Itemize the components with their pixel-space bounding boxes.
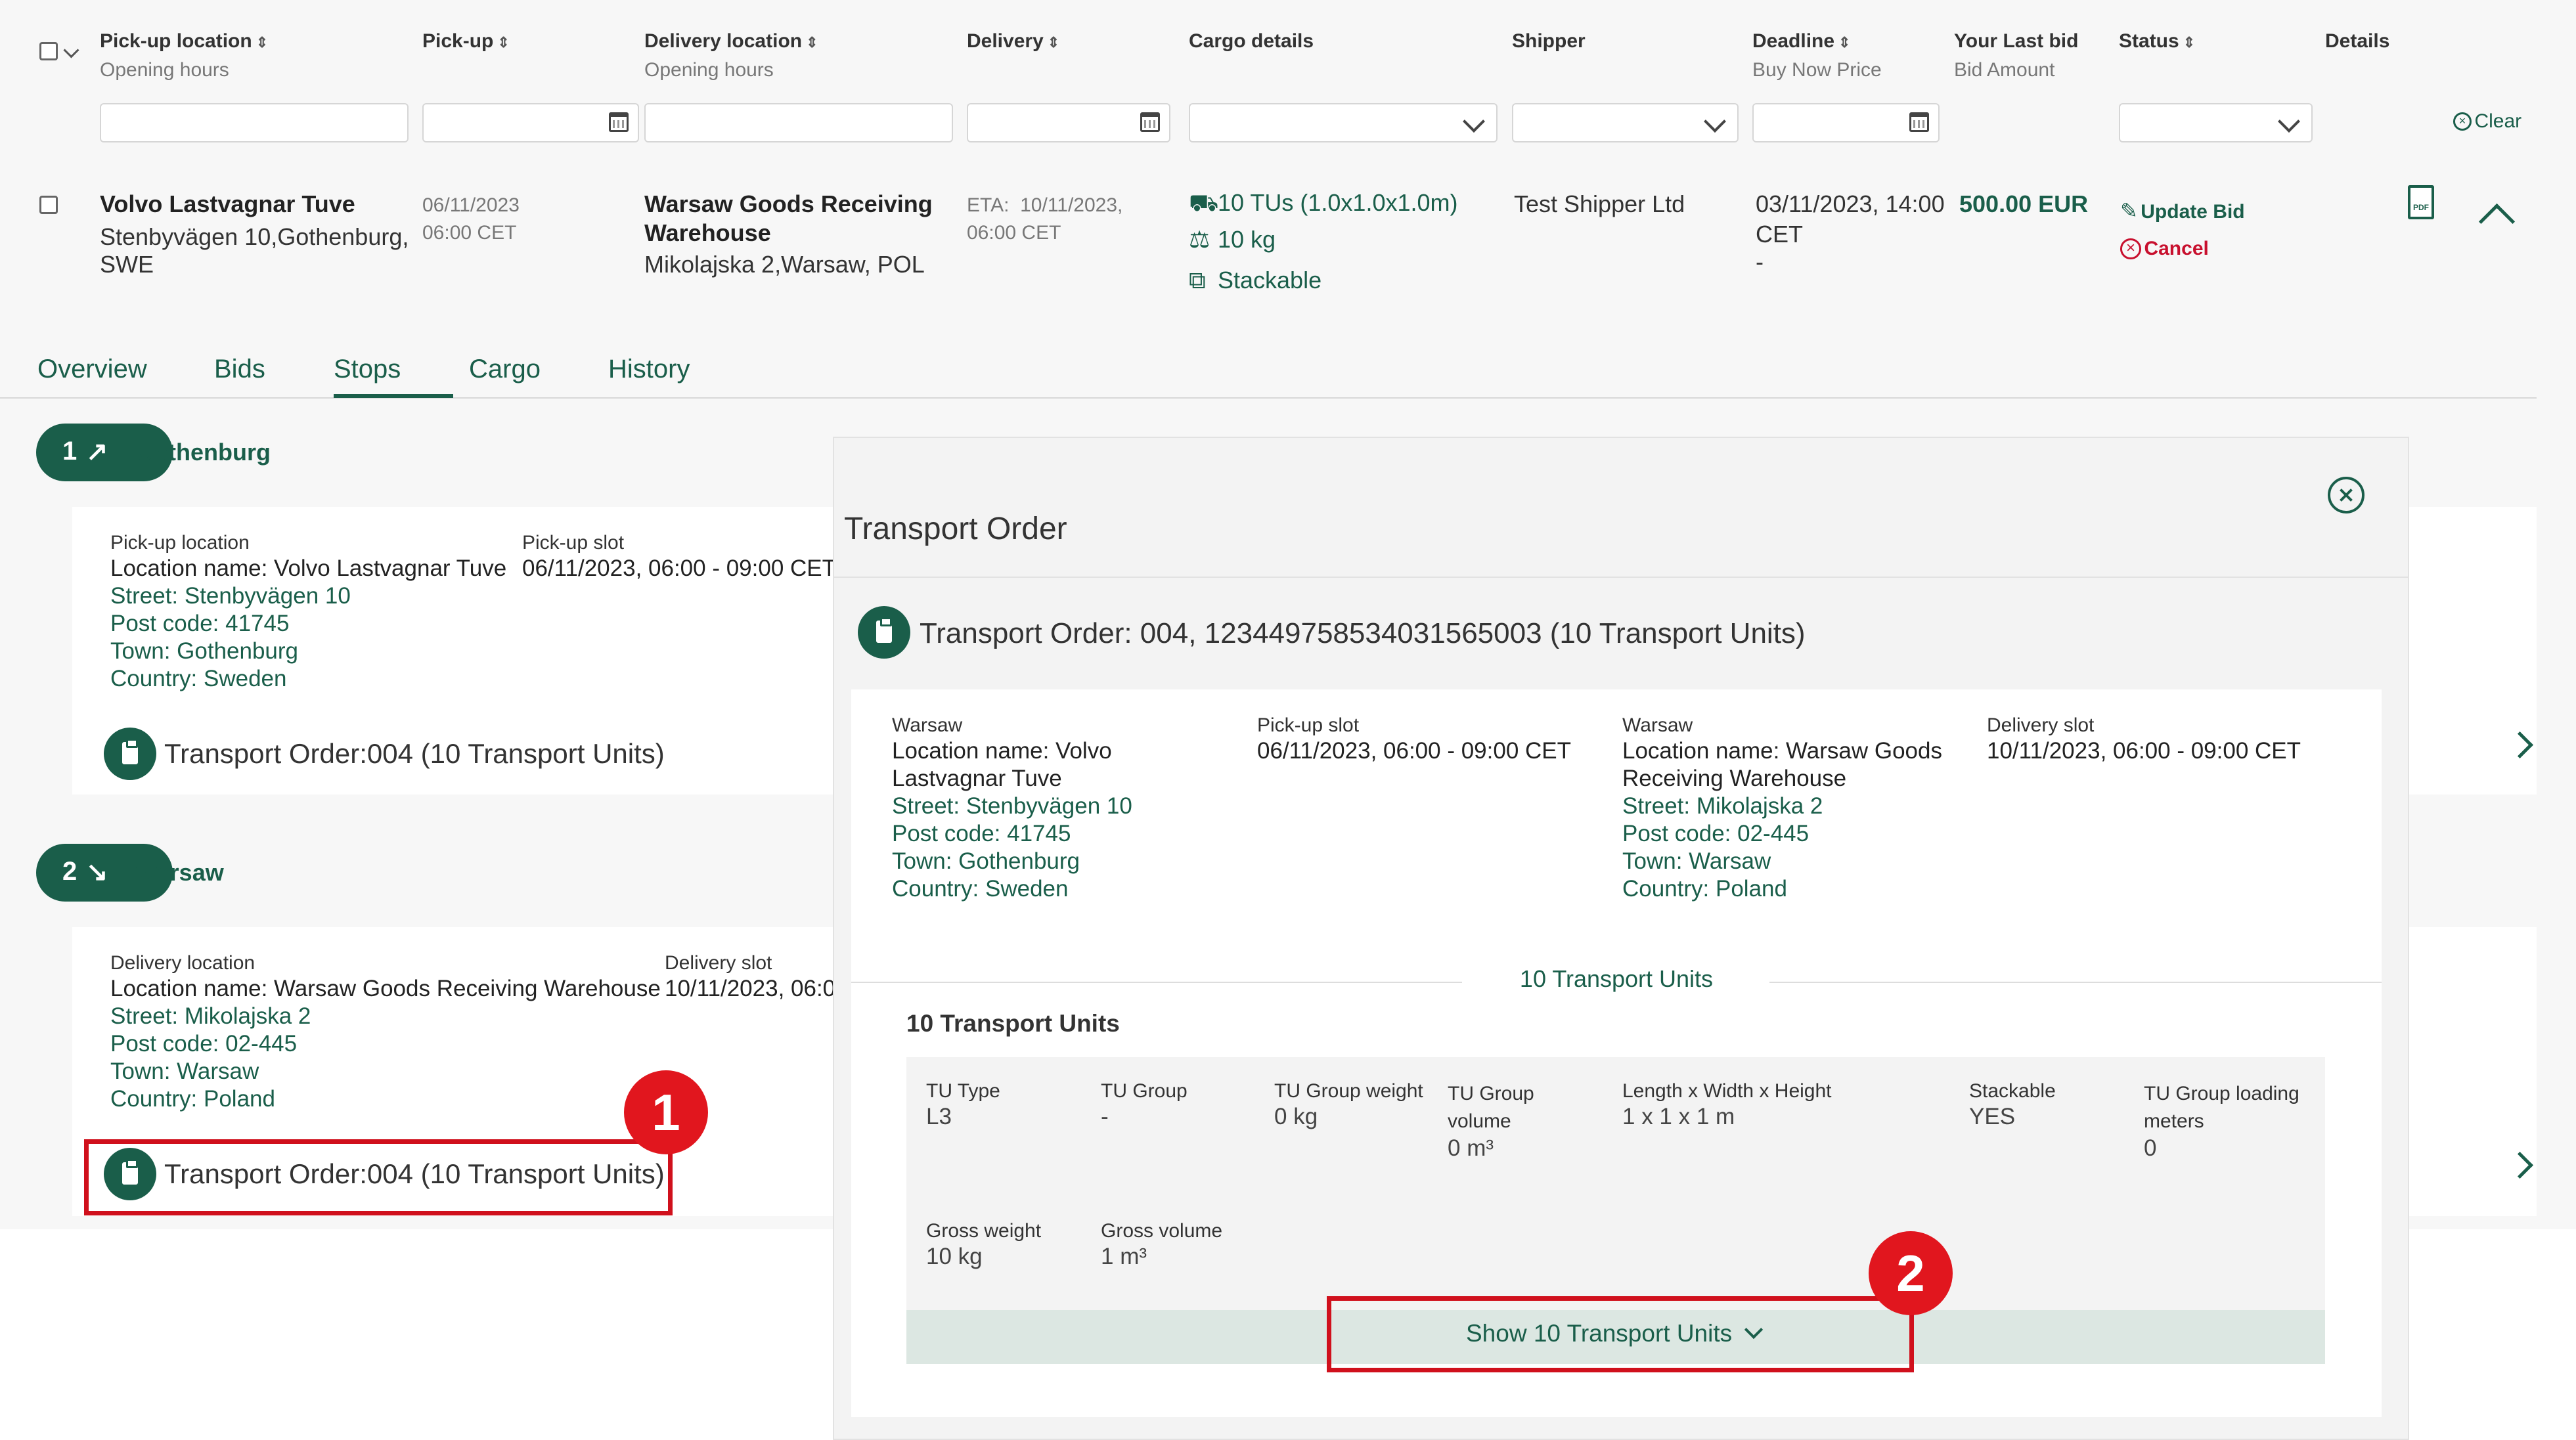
tab-overview[interactable]: Overview xyxy=(37,355,147,384)
tu-heading: 10 Transport Units xyxy=(906,1010,1120,1037)
table-header: Pick-up location ⇕ Opening hours Pick-up ⇕… xyxy=(0,0,2576,165)
tu-dimensions: Length x Width x Height 1 x 1 x 1 m xyxy=(1622,1080,1832,1129)
modal-delivery-location: Warsaw Location name: Warsaw Goods Recei… xyxy=(1622,714,1942,902)
calendar-icon[interactable] xyxy=(1909,112,1929,132)
sort-icon[interactable]: ⇕ xyxy=(1838,34,1850,51)
status-select[interactable] xyxy=(2119,103,2313,142)
stop-1-transport-order-link[interactable]: Transport Order:004 (10 Transport Units) xyxy=(164,738,665,770)
column-last-bid: Your Last bid Bid Amount xyxy=(1954,30,2079,81)
arrow-down-right-icon: ↘ xyxy=(86,858,108,886)
row-pickup-date: 06/11/2023 06:00 CET xyxy=(422,194,520,244)
tab-history[interactable]: History xyxy=(608,355,690,384)
modal-pickup-slot: Pick-up slot 06/11/2023, 06:00 - 09:00 C… xyxy=(1257,714,1572,764)
column-pickup-location[interactable]: Pick-up location ⇕ Opening hours xyxy=(100,30,268,81)
delivery-location-filter[interactable] xyxy=(644,103,953,142)
annotation-box-2 xyxy=(1327,1296,1914,1372)
column-status[interactable]: Status ⇕ xyxy=(2119,30,2195,53)
stop-2-slot: Delivery slot 10/11/2023, 06:0 xyxy=(665,952,836,1001)
annotation-box-1 xyxy=(84,1139,673,1215)
tu-gross-weight: Gross weight 10 kg xyxy=(926,1220,1042,1269)
stop-name-1: Gothenburg xyxy=(135,439,271,466)
sort-icon[interactable]: ⇕ xyxy=(256,34,268,51)
column-pickup[interactable]: Pick-up ⇕ xyxy=(422,30,510,53)
clear-filters-button[interactable]: × Clear xyxy=(2453,110,2521,133)
column-details: Details xyxy=(2325,30,2390,52)
tu-loading-meters: TU Group loading meters 0 xyxy=(2144,1083,2299,1161)
tu-type: TU Type L3 xyxy=(926,1080,1000,1129)
tu-group-weight: TU Group weight 0 kg xyxy=(1274,1080,1423,1129)
stack-icon: ⧉ xyxy=(1189,267,1206,294)
sort-icon[interactable]: ⇕ xyxy=(497,34,509,51)
tu-stackable: Stackable YES xyxy=(1969,1080,2056,1129)
tu-group-volume: TU Group volume 0 m³ xyxy=(1448,1083,1534,1161)
arrow-up-right-icon: ↗ xyxy=(86,437,108,466)
column-deadline[interactable]: Deadline ⇕ Buy Now Price xyxy=(1752,30,1882,81)
modal-pickup-location: Warsaw Location name: Volvo Lastvagnar T… xyxy=(892,714,1132,902)
tab-cargo[interactable]: Cargo xyxy=(469,355,541,384)
cancel-circle-icon: × xyxy=(2120,238,2141,259)
sort-icon[interactable]: ⇕ xyxy=(806,34,818,51)
annotation-marker-1: 1 xyxy=(624,1070,708,1154)
row-cargo-details: ⛟10 TUs (1.0x1.0x1.0m) ⚖ 10 kg ⧉ Stackable xyxy=(1189,189,1458,294)
pdf-icon[interactable]: PDF xyxy=(2408,185,2434,219)
select-all-checkbox[interactable] xyxy=(39,42,58,60)
tu-group: TU Group - xyxy=(1101,1080,1188,1129)
stop-1-location: Pick-up location Location name: Volvo La… xyxy=(110,532,507,691)
clipboard-icon xyxy=(104,728,156,780)
row-delivery-eta: ETA: 10/11/2023, 06:00 CET xyxy=(967,194,1123,244)
tu-divider-label: 10 Transport Units xyxy=(1519,965,1714,992)
chevron-down-icon[interactable] xyxy=(63,42,79,58)
modal-divider xyxy=(833,577,2409,578)
row-shipper: Test Shipper Ltd xyxy=(1514,190,1685,217)
update-bid-button[interactable]: ✎ Update Bid xyxy=(2120,198,2245,223)
pencil-icon: ✎ xyxy=(2120,199,2138,223)
stop-2-location: Delivery location Location name: Warsaw … xyxy=(110,952,661,1112)
sort-icon[interactable]: ⇕ xyxy=(2183,34,2195,51)
modal-order-heading: Transport Order: 004, 123449758534031565… xyxy=(920,617,1806,649)
row-bid-amount: 500.00 EUR xyxy=(1959,190,2089,217)
annotation-marker-2: 2 xyxy=(1869,1231,1953,1315)
deadline-filter[interactable] xyxy=(1752,103,1940,142)
column-cargo-details: Cargo details xyxy=(1189,30,1314,52)
tu-gross-volume: Gross volume 1 m³ xyxy=(1101,1220,1223,1269)
weight-icon: ⚖ xyxy=(1189,226,1210,253)
pickup-location-filter[interactable] xyxy=(100,103,409,142)
modal-delivery-slot: Delivery slot 10/11/2023, 06:00 - 09:00 … xyxy=(1987,714,2301,764)
close-icon[interactable] xyxy=(2328,477,2365,513)
close-circle-icon: × xyxy=(2453,112,2472,131)
calendar-icon[interactable] xyxy=(609,112,629,132)
row-delivery-location: Warsaw Goods Receiving Warehouse Mikolaj… xyxy=(644,190,933,278)
row-checkbox[interactable] xyxy=(39,196,58,214)
divider-right xyxy=(1769,982,2382,983)
pickup-date-filter[interactable] xyxy=(422,103,639,142)
column-delivery-location[interactable]: Delivery location ⇕ Opening hours xyxy=(644,30,818,81)
stop-1-slot: Pick-up slot 06/11/2023, 06:00 - 09:00 C… xyxy=(522,532,837,581)
tab-bids[interactable]: Bids xyxy=(214,355,265,384)
row-pickup-location: Volvo Lastvagnar Tuve Stenbyvägen 10,Got… xyxy=(100,190,409,278)
clipboard-icon xyxy=(858,606,910,659)
cancel-bid-button[interactable]: × Cancel xyxy=(2120,238,2209,260)
chevron-down-icon[interactable] xyxy=(2278,110,2300,133)
stop-name-2: Warsaw xyxy=(135,859,224,886)
row-deadline: 03/11/2023, 14:00 CET - xyxy=(1756,190,1945,275)
calendar-icon[interactable] xyxy=(1140,112,1160,132)
column-shipper: Shipper xyxy=(1512,30,1586,52)
page-background xyxy=(0,1229,833,1440)
modal-title: Transport Order xyxy=(844,512,1067,546)
sort-icon[interactable]: ⇕ xyxy=(1048,34,1059,51)
truck-icon: ⛟ xyxy=(1189,189,1219,216)
chevron-down-icon[interactable] xyxy=(1704,110,1726,133)
active-tab-indicator xyxy=(334,394,453,398)
tab-stops[interactable]: Stops xyxy=(334,355,401,384)
chevron-down-icon[interactable] xyxy=(1463,110,1485,133)
delivery-date-filter[interactable] xyxy=(967,103,1170,142)
cargo-details-select[interactable] xyxy=(1189,103,1498,142)
page-background xyxy=(2409,1229,2576,1440)
column-delivery[interactable]: Delivery ⇕ xyxy=(967,30,1059,53)
divider-left xyxy=(851,982,1462,983)
shipper-select[interactable] xyxy=(1512,103,1739,142)
